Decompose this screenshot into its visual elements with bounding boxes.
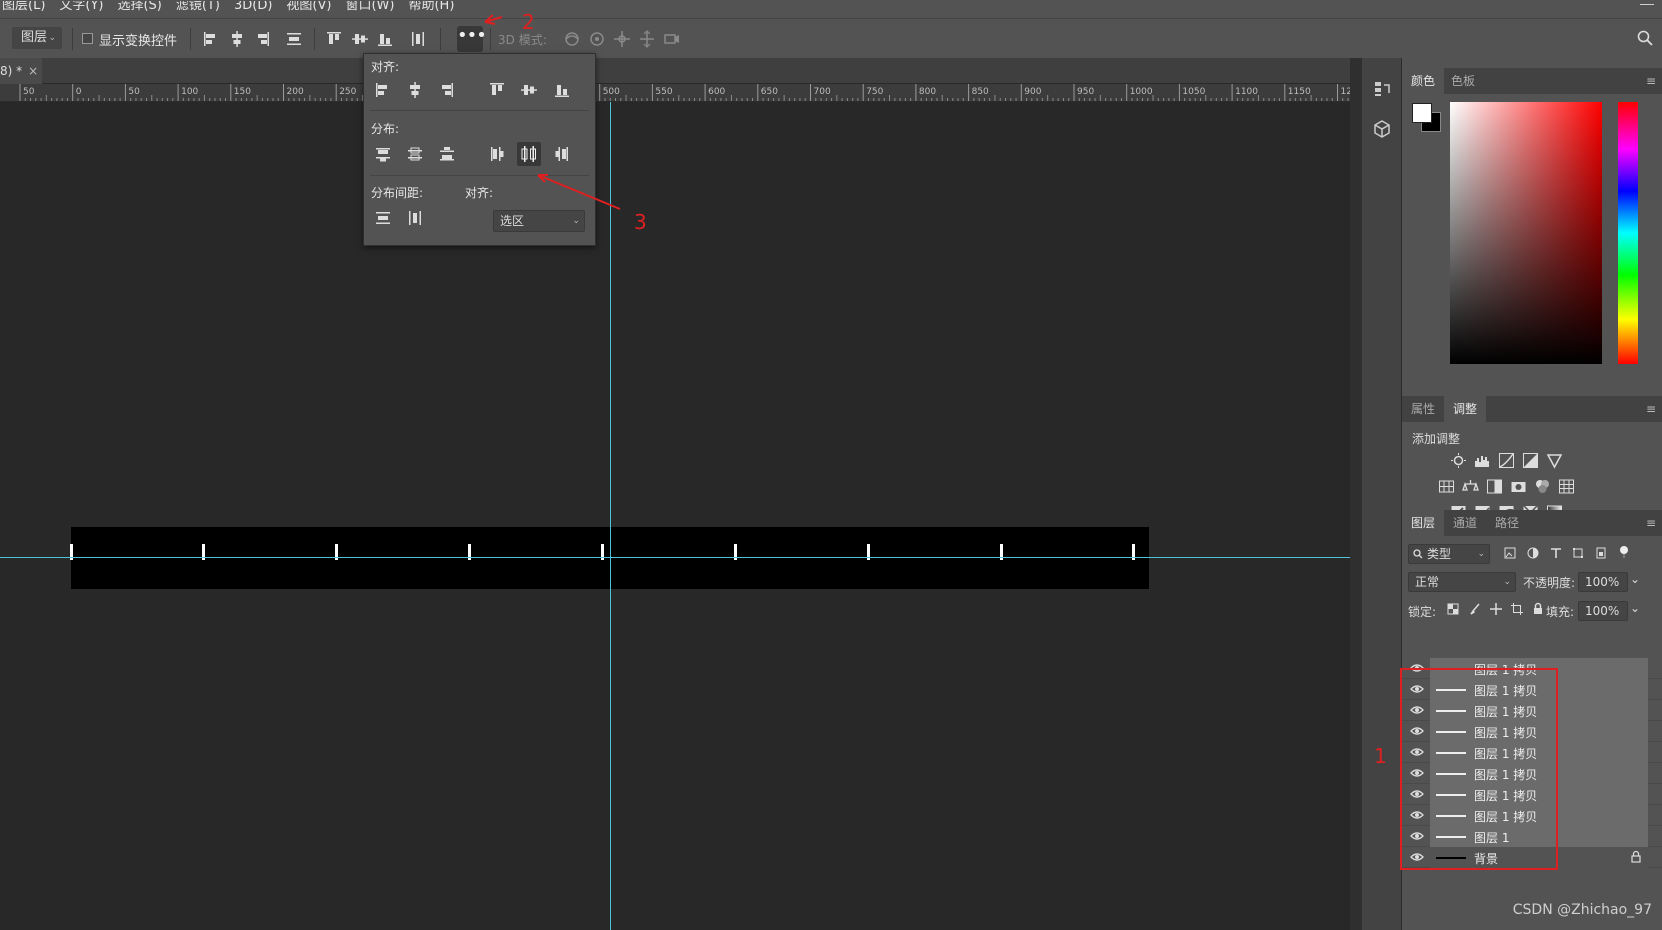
exposure-icon[interactable] (1522, 452, 1539, 469)
chevron-down-icon[interactable]: ⌄ (1630, 572, 1640, 586)
filter-type-icon[interactable] (1550, 547, 1562, 559)
foreground-color-swatch[interactable] (1412, 103, 1432, 123)
photoshop-window: 图层(L) 文字(Y) 选择(S) 滤镜(T) 3D(D) 视图(V) 窗口(W… (0, 0, 1662, 930)
adjustment-row-1 (1450, 452, 1563, 469)
annotation-highlight-box (1400, 668, 1558, 870)
channel-mixer-icon[interactable] (1534, 478, 1551, 495)
photo-filter-icon[interactable] (1510, 478, 1527, 495)
panel-menu-icon[interactable]: ≡ (1646, 74, 1656, 88)
color-panel-tabs: 颜色 色板 ≡ (1402, 68, 1662, 94)
lock-label: 锁定: (1408, 605, 1437, 619)
lock-all-icon[interactable] (1532, 602, 1544, 615)
layer-filter-dropdown[interactable]: 类型 ⌄ (1408, 544, 1490, 564)
tab-layers[interactable]: 图层 (1402, 510, 1445, 536)
annotation-number-2: 2 (522, 10, 535, 34)
lock-icon (1631, 850, 1641, 863)
lock-artboard-icon[interactable] (1511, 603, 1523, 615)
hue-slider[interactable] (1618, 102, 1638, 364)
tab-swatches[interactable]: 色板 (1442, 68, 1484, 94)
filter-smart-object-icon[interactable] (1595, 547, 1607, 559)
chevron-down-icon: ⌄ (1477, 549, 1485, 559)
history-icon[interactable] (1371, 78, 1393, 100)
color-balance-icon[interactable] (1462, 478, 1479, 495)
fill-input[interactable]: 100% (1578, 601, 1628, 621)
panel-menu-icon[interactable]: ≡ (1646, 516, 1656, 530)
tab-paths[interactable]: 路径 (1486, 510, 1528, 536)
color-lookup-icon[interactable] (1558, 478, 1575, 495)
fill-label: 填充: (1546, 605, 1575, 619)
watermark: CSDN @Zhichao_97 (1512, 902, 1652, 918)
fill-value: 100% (1585, 604, 1620, 618)
adjustment-row-2 (1438, 478, 1575, 495)
annotation-number-3: 3 (634, 210, 647, 234)
chevron-down-icon: ⌄ (1503, 577, 1511, 587)
filter-pixel-icon[interactable] (1504, 547, 1516, 559)
blend-mode-dropdown[interactable]: 正常 ⌄ (1408, 572, 1516, 592)
opacity-value: 100% (1585, 575, 1620, 589)
tab-channels[interactable]: 通道 (1444, 510, 1486, 536)
chevron-down-icon[interactable]: ⌄ (1630, 601, 1640, 615)
3d-cube-icon[interactable] (1371, 118, 1393, 140)
add-adjustment-label: 添加调整 (1412, 432, 1461, 446)
panel-dock (1362, 58, 1402, 930)
vibrance-icon[interactable] (1546, 452, 1563, 469)
curves-icon[interactable] (1498, 452, 1515, 469)
tab-properties[interactable]: 属性 (1402, 396, 1444, 422)
opacity-label: 不透明度: (1523, 576, 1576, 590)
lock-position-icon[interactable] (1490, 603, 1502, 615)
panel-menu-icon[interactable]: ≡ (1646, 402, 1656, 416)
color-picker-field[interactable] (1450, 102, 1602, 364)
filter-adjustment-icon[interactable] (1527, 547, 1539, 559)
brightness-icon[interactable] (1450, 452, 1467, 469)
filter-shape-icon[interactable] (1572, 547, 1584, 559)
lock-transparent-icon[interactable] (1447, 603, 1459, 615)
tab-color[interactable]: 颜色 (1402, 68, 1445, 94)
layer-filter-value: 类型 (1427, 547, 1452, 561)
opacity-input[interactable]: 100% (1578, 572, 1628, 592)
annotation-number-1: 1 (1374, 744, 1387, 768)
black-white-icon[interactable] (1486, 478, 1503, 495)
hue-saturation-icon[interactable] (1438, 478, 1455, 495)
adjust-panel-tabs: 属性 调整 ≡ (1402, 396, 1662, 422)
layers-panel-tabs: 图层 通道 路径 ≡ (1402, 510, 1662, 536)
search-icon (1413, 549, 1423, 559)
filter-toggle-icon[interactable] (1618, 545, 1630, 559)
levels-icon[interactable] (1474, 452, 1491, 469)
lock-brush-icon[interactable] (1469, 603, 1481, 615)
blend-mode-value: 正常 (1415, 575, 1440, 589)
tab-adjustments[interactable]: 调整 (1444, 396, 1487, 422)
